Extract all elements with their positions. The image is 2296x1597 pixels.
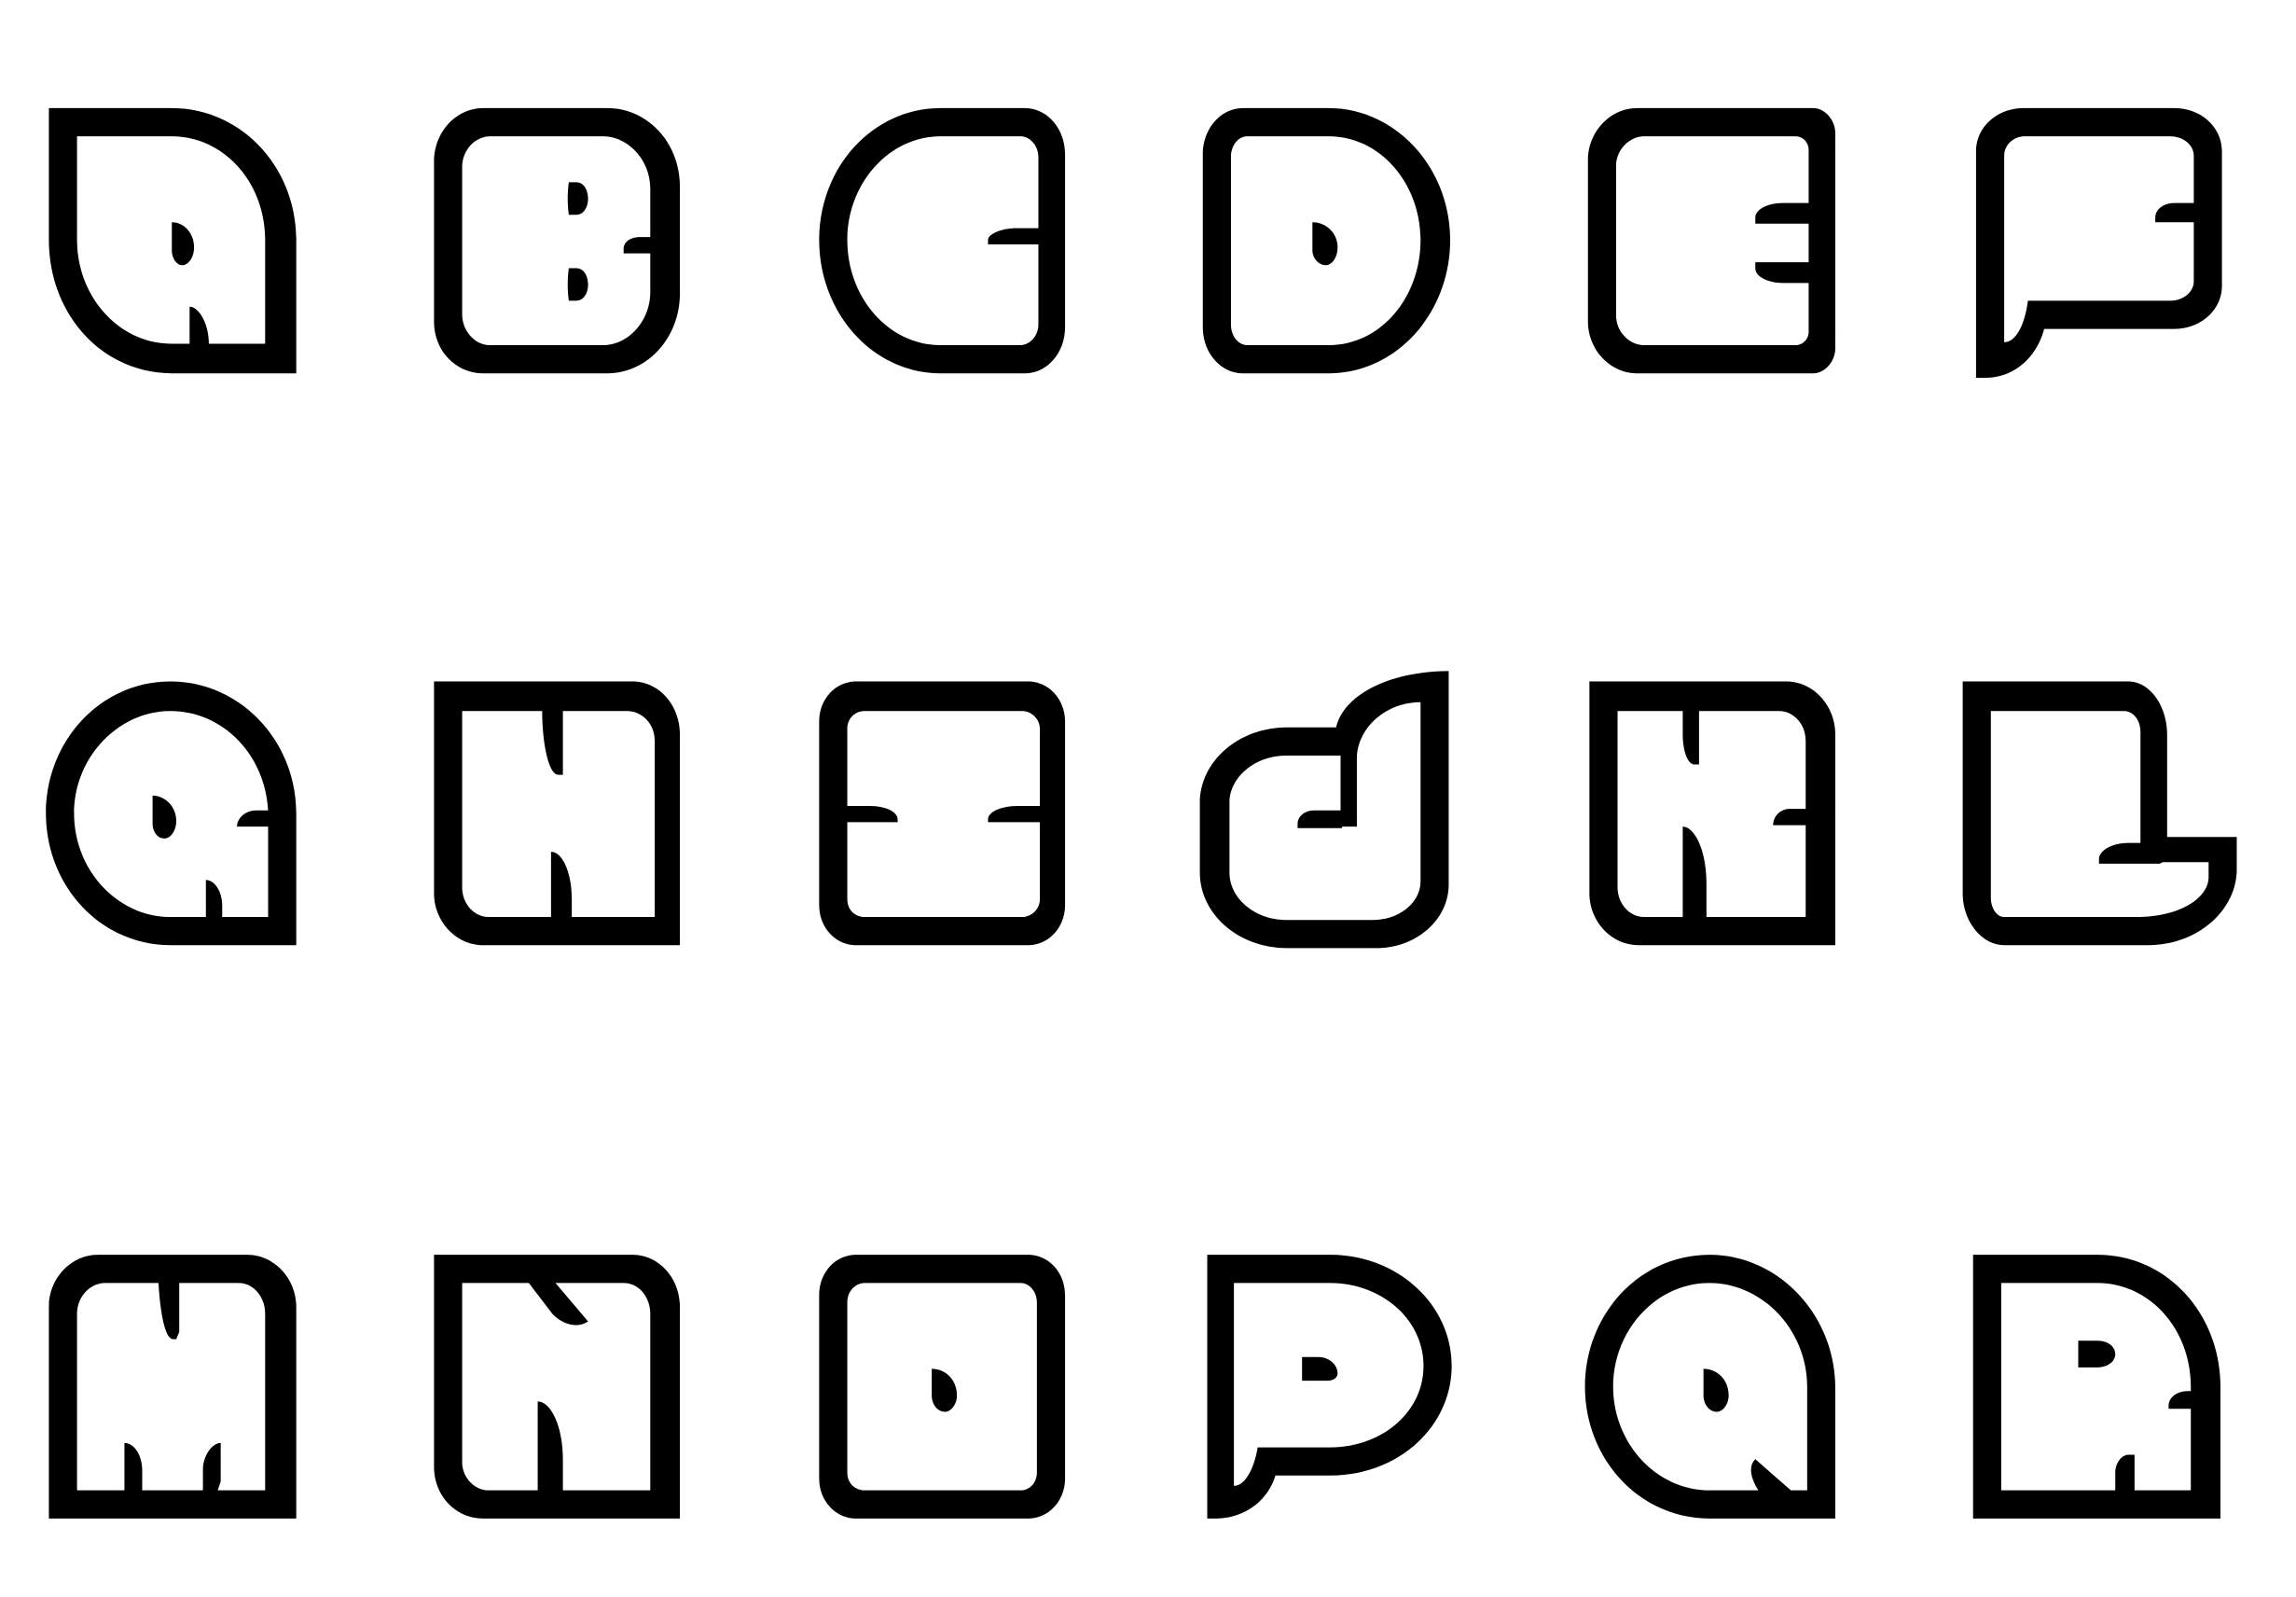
- glyph-b-shape: [434, 107, 681, 374]
- glyph-f-shape: [1975, 107, 2222, 378]
- glyph-e-shape: [1587, 107, 1836, 374]
- glyph-i-shape: [819, 681, 1066, 946]
- glyph-sheet: [46, 107, 2237, 1519]
- glyph-a-shape: [48, 107, 297, 374]
- glyph-j-shape: [1199, 671, 1449, 949]
- glyph-c-shape: [819, 107, 1066, 374]
- glyph-r-shape: [1972, 1255, 2220, 1519]
- glyph-q-shape: [1584, 1255, 1836, 1519]
- glyph-l-shape: [1962, 681, 2237, 946]
- glyph-p-shape: [1207, 1255, 1452, 1519]
- glyph-n-shape: [434, 1255, 681, 1519]
- glyph-g-shape: [46, 681, 297, 946]
- glyph-d-shape: [1202, 107, 1451, 374]
- glyph-h-shape: [434, 681, 681, 946]
- glyph-m-shape: [48, 1255, 297, 1519]
- glyph-o-shape: [819, 1255, 1066, 1519]
- glyph-k-shape: [1589, 681, 1836, 946]
